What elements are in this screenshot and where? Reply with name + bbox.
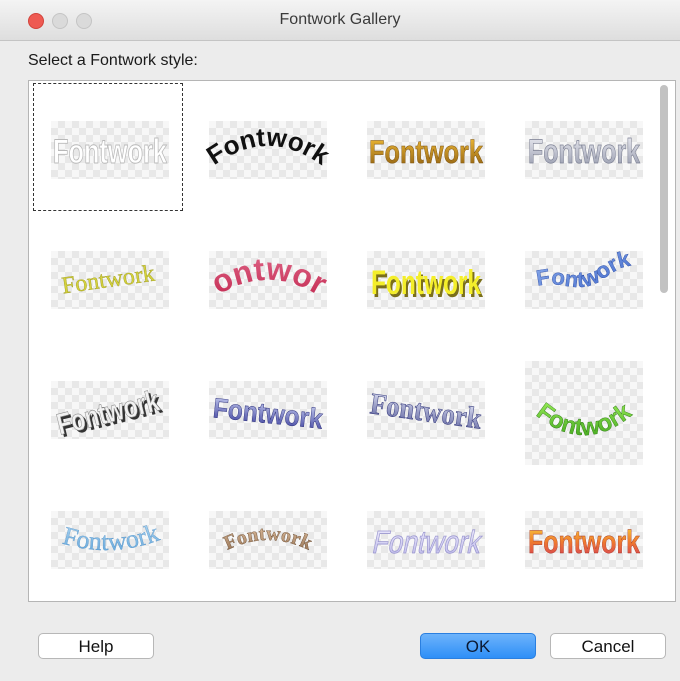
- fontwork-style-item[interactable]: Fontwork: [191, 83, 341, 211]
- style-sample-text: Fontwork: [60, 261, 156, 300]
- fontwork-style-item[interactable]: Fontwork Fontwork: [349, 213, 499, 341]
- style-sample-text: Fontwork: [534, 246, 633, 293]
- fontwork-style-item[interactable]: Fontwork: [191, 213, 341, 341]
- gallery-prompt: Select a Fontwork style:: [28, 52, 198, 69]
- fontwork-gray-3d-rise-icon: Fontwork Fontwork: [51, 381, 169, 444]
- fontwork-silver-condensed-icon: Fontwork: [525, 121, 643, 179]
- help-button[interactable]: Help: [38, 633, 154, 659]
- style-sample-text: Fontwork: [370, 524, 486, 560]
- fontwork-pink-perspective-icon: Fontwork: [199, 222, 333, 309]
- fontwork-style-item[interactable]: Fontwork: [191, 343, 341, 471]
- fontwork-green-arc-icon: Fontwork: [525, 361, 643, 465]
- fontwork-style-item[interactable]: Fontwork: [349, 473, 499, 601]
- fontwork-bronze-arch-icon: Fontwork: [209, 511, 327, 569]
- fontwork-style-item[interactable]: Fontwork: [507, 343, 657, 471]
- ok-button[interactable]: OK: [420, 633, 536, 659]
- style-sample-text: Fontwork: [60, 518, 163, 556]
- style-sample-text: Fontwork: [371, 264, 481, 302]
- fontwork-style-item[interactable]: Fontwork: [33, 213, 183, 341]
- fontwork-lightblue-serif-bend-icon: Fontwork: [51, 511, 169, 569]
- fontwork-lavender-skew-icon: Fontwork: [367, 511, 486, 569]
- style-sample-text: Fontwork: [532, 398, 637, 442]
- fontwork-blue-gray-serif-3d-icon: Fontwork: [367, 381, 485, 439]
- cancel-button[interactable]: Cancel: [550, 633, 666, 659]
- fontwork-style-item[interactable]: Fontwork: [507, 213, 657, 341]
- style-sample-text: Fontwork: [368, 387, 484, 435]
- style-sample-text: Fontwork: [369, 134, 483, 170]
- window-title: Fontwork Gallery: [279, 11, 401, 28]
- fontwork-outline-plain-icon: Fontwork: [51, 121, 169, 179]
- style-sample-text: Fontwork: [221, 523, 317, 555]
- fontwork-blue-wave-icon: Fontwork: [525, 246, 643, 309]
- style-sample-text: Fontwork: [528, 524, 640, 560]
- fontwork-style-item[interactable]: Fontwork: [349, 83, 499, 211]
- fontwork-style-item[interactable]: Fontwork: [507, 83, 657, 211]
- style-sample-text: Fontwork: [212, 392, 325, 434]
- style-sample-text: Fontwork: [199, 222, 333, 302]
- fontwork-gallery: Fontwork Fontwork Fontwork Fontwork Font…: [28, 80, 676, 602]
- fontwork-yellow-serif-slant-icon: Fontwork: [51, 251, 169, 309]
- style-sample-text: Fontwork: [528, 133, 640, 171]
- fontwork-style-item[interactable]: Fontwork: [349, 343, 499, 471]
- fontwork-orange-gradient-icon: Fontwork: [525, 511, 643, 569]
- style-sample-text: Fontwork: [201, 121, 336, 170]
- scrollbar-thumb[interactable]: [660, 85, 668, 293]
- fontwork-gold-gradient-icon: Fontwork: [367, 121, 485, 179]
- gallery-scrollbar[interactable]: [659, 85, 669, 597]
- style-sample-text: Fontwork: [53, 133, 167, 171]
- fontwork-blue-purple-3d-icon: Fontwork: [209, 381, 327, 439]
- fontwork-style-item[interactable]: Fontwork Fontwork: [33, 343, 183, 471]
- fontwork-black-arch-icon: Fontwork: [201, 121, 336, 179]
- title-bar: Fontwork Gallery: [0, 0, 680, 41]
- fontwork-yellow-3d-icon: Fontwork Fontwork: [367, 251, 485, 309]
- fontwork-style-item[interactable]: Fontwork: [33, 83, 183, 211]
- fontwork-style-item[interactable]: Fontwork: [507, 473, 657, 601]
- fontwork-style-item[interactable]: Fontwork: [33, 473, 183, 601]
- fontwork-style-item[interactable]: Fontwork: [191, 473, 341, 601]
